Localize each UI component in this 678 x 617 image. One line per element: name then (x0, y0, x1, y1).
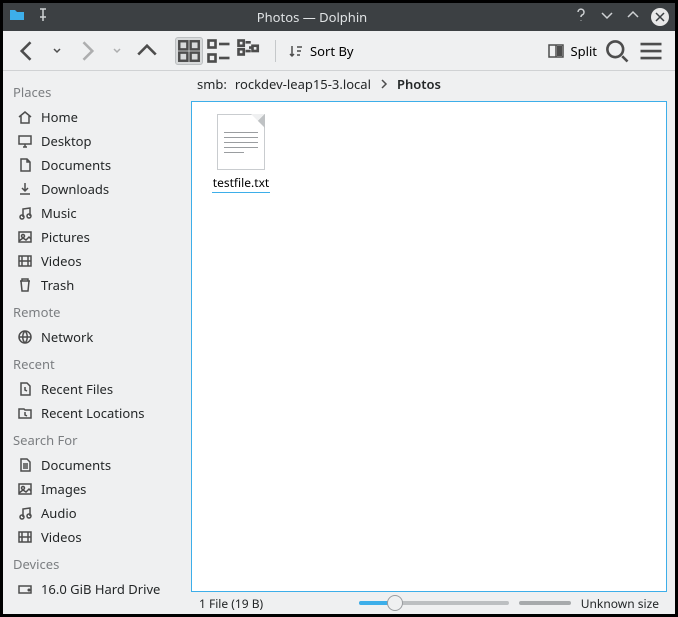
split-label: Split (570, 42, 597, 60)
search-button[interactable] (603, 37, 631, 65)
pin-icon[interactable] (35, 7, 51, 27)
breadcrumb-current[interactable]: Photos (397, 75, 441, 93)
split-button[interactable]: Split (548, 42, 597, 60)
status-size: Unknown size (581, 595, 659, 612)
file-viewport[interactable]: testfile.txt (191, 101, 667, 592)
sidebar: Places Home Desktop Documents Downloads … (3, 71, 191, 614)
sidebar-item-home[interactable]: Home (3, 105, 191, 129)
sidebar-item-recent-files[interactable]: Recent Files (3, 377, 191, 401)
breadcrumb: smb: rockdev-leap15-3.local Photos (191, 71, 667, 101)
sidebar-item-recent-locations[interactable]: Recent Locations (3, 401, 191, 425)
sidebar-item-videos[interactable]: Videos (3, 249, 191, 273)
sidebar-header-recent: Recent (3, 349, 191, 377)
chevron-right-icon (379, 75, 389, 93)
close-icon[interactable] (651, 8, 669, 26)
sidebar-header-places: Places (3, 77, 191, 105)
sidebar-item-pictures[interactable]: Pictures (3, 225, 191, 249)
icons-view-button[interactable] (175, 37, 203, 65)
sidebar-item-desktop[interactable]: Desktop (3, 129, 191, 153)
zoom-slider[interactable] (359, 601, 509, 605)
sidebar-item-documents[interactable]: Documents (3, 153, 191, 177)
toolbar: Sort By Split (3, 31, 675, 71)
sidebar-item-search-videos[interactable]: Videos (3, 525, 191, 549)
file-item[interactable]: testfile.txt (204, 114, 278, 193)
sidebar-header-devices: Devices (3, 549, 191, 577)
details-view-button[interactable] (235, 37, 263, 65)
window-title: Photos — Dolphin (51, 8, 573, 26)
app-icon (9, 7, 25, 27)
help-icon[interactable] (573, 7, 589, 27)
up-button[interactable] (133, 37, 161, 65)
sort-by-button[interactable]: Sort By (288, 42, 354, 60)
sort-by-label: Sort By (310, 42, 354, 60)
status-count: 1 File (19 B) (199, 595, 263, 612)
sidebar-item-network[interactable]: Network (3, 325, 191, 349)
file-icon (217, 114, 265, 170)
sidebar-item-hard-drive[interactable]: 16.0 GiB Hard Drive (3, 577, 191, 601)
sidebar-item-search-images[interactable]: Images (3, 477, 191, 501)
forward-button[interactable] (73, 37, 101, 65)
sidebar-item-search-audio[interactable]: Audio (3, 501, 191, 525)
sidebar-item-search-documents[interactable]: Documents (3, 453, 191, 477)
separator (275, 40, 276, 62)
maximize-icon[interactable] (625, 7, 641, 27)
sidebar-item-downloads[interactable]: Downloads (3, 177, 191, 201)
sidebar-header-search: Search For (3, 425, 191, 453)
forward-dropdown[interactable] (103, 37, 131, 65)
sidebar-item-trash[interactable]: Trash (3, 273, 191, 297)
breadcrumb-host[interactable]: rockdev-leap15-3.local (235, 75, 371, 93)
sidebar-item-music[interactable]: Music (3, 201, 191, 225)
menu-button[interactable] (637, 37, 665, 65)
breadcrumb-prefix[interactable]: smb: (197, 75, 227, 93)
disk-usage-bar (519, 601, 571, 605)
status-bar: 1 File (19 B) Unknown size (191, 592, 667, 614)
back-button[interactable] (13, 37, 41, 65)
file-name[interactable]: testfile.txt (212, 174, 271, 193)
titlebar: Photos — Dolphin (3, 3, 675, 31)
back-dropdown[interactable] (43, 37, 71, 65)
sidebar-header-remote: Remote (3, 297, 191, 325)
minimize-icon[interactable] (599, 7, 615, 27)
compact-view-button[interactable] (205, 37, 233, 65)
